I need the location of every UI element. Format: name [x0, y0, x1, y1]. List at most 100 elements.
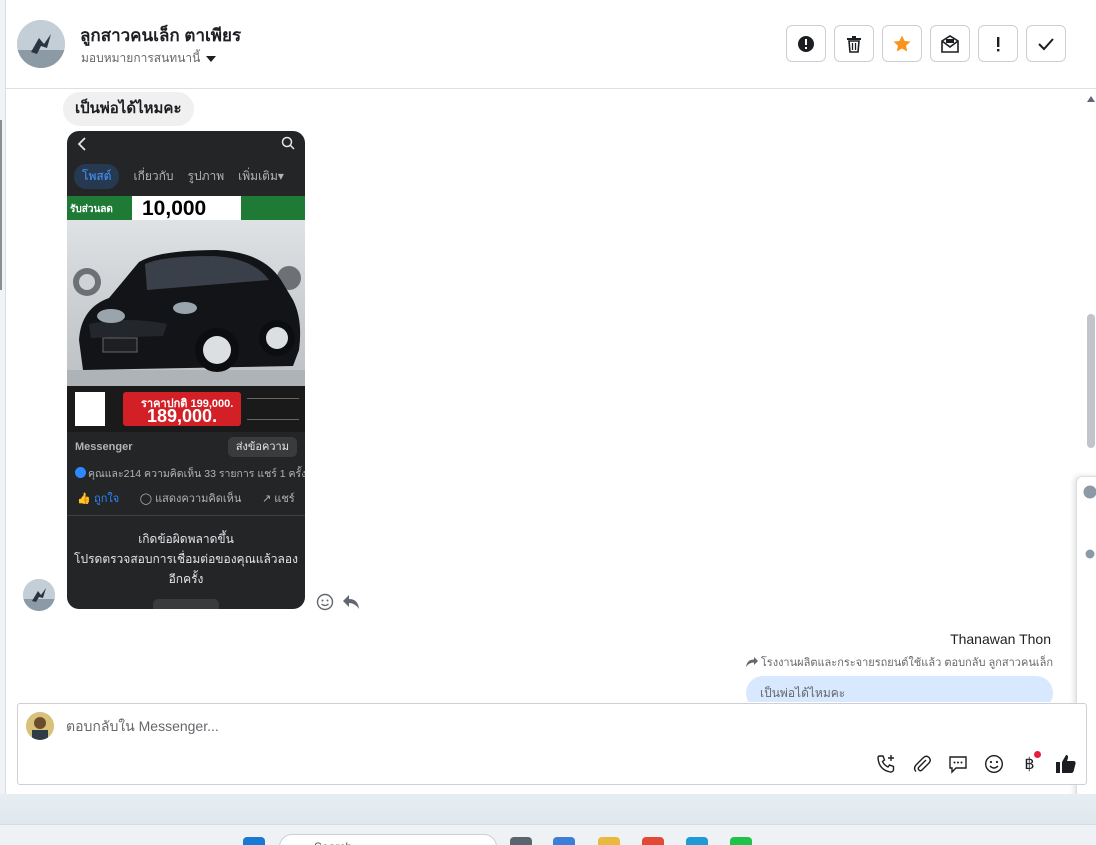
messenger-label: Messenger	[75, 441, 133, 453]
sender-avatar[interactable]	[23, 579, 55, 611]
phone-plus-icon	[876, 754, 894, 773]
copilot-icon[interactable]	[553, 837, 575, 845]
left-panel-marker	[0, 120, 2, 290]
report-spam-button[interactable]	[786, 25, 826, 62]
like-reaction-icon	[75, 467, 86, 478]
mark-unread-icon	[941, 34, 959, 53]
star-button[interactable]	[882, 25, 922, 62]
paperclip-icon	[913, 755, 931, 772]
follow-up-icon	[997, 36, 1000, 51]
like-action-label: ถูกใจ	[94, 493, 120, 505]
screenshot-topbar	[67, 131, 305, 158]
discount-banner: รับส่วนลด 10,000	[67, 196, 305, 220]
page-avatar	[26, 712, 54, 740]
file-explorer-icon[interactable]	[598, 837, 620, 845]
call-button[interactable]	[872, 750, 899, 777]
mark-done-icon	[1038, 37, 1054, 50]
contact-name[interactable]: ลูกสาวคนเล็ก ตาเพียร	[80, 22, 241, 49]
follow-up-button[interactable]	[978, 25, 1018, 62]
mark-done-button[interactable]	[1026, 25, 1066, 62]
scroll-thumb[interactable]	[1087, 314, 1095, 448]
car-photo: ราคาปกติ 199,000. 189,000.	[67, 220, 305, 432]
thumbs-up-icon	[1055, 754, 1076, 773]
chevron-down-icon	[206, 55, 217, 62]
post-stats: คุณและ214 ความคิดเห็น 33 รายการ แชร์ 1 ค…	[75, 465, 305, 482]
windows-taskbar: Search	[0, 824, 1096, 845]
reply-context: โรงงานผลิตและกระจายรถยนต์ใช้แล้ว ตอบกลับ…	[745, 653, 1053, 671]
error-title: เกิดข้อผิดพลาดขึ้น	[138, 532, 234, 546]
contact-avatar[interactable]	[17, 20, 65, 68]
emoji-button[interactable]	[980, 750, 1007, 777]
taskbar-search[interactable]: Search	[279, 834, 497, 845]
windows-start-icon[interactable]	[243, 837, 265, 845]
payment-button[interactable]: ฿	[1016, 750, 1043, 777]
notification-dot	[1034, 751, 1041, 758]
star-icon	[893, 35, 911, 51]
tab-more: เพิ่มเติม▾	[238, 169, 284, 183]
outgoing-message-bubble[interactable]: เป็นพ่อได้ไหมคะ	[746, 676, 1053, 702]
comment-action-label: แสดงความคิดเห็น	[155, 493, 242, 505]
assign-conversation-dropdown[interactable]: มอบหมายการสนทนานี้	[81, 49, 217, 68]
contact-thumbnail-icon	[1083, 485, 1096, 499]
shared-screenshot-image[interactable]: โพสต์ เกี่ยวกับ รูปภาพ เพิ่มเติม▾ รับส่ว…	[67, 131, 305, 609]
emoji-react-icon[interactable]	[316, 593, 334, 611]
emoji-icon	[984, 754, 1003, 773]
message-thread[interactable]: เป็นพ่อได้ไหมคะ โพสต์ เกี่ยวกับ รูปภาพ เ…	[6, 90, 1084, 702]
saved-reply-button[interactable]	[944, 750, 971, 777]
mark-unread-button[interactable]	[930, 25, 970, 62]
tab-about: เกี่ยวกับ	[133, 169, 174, 183]
agent-name: Thanawan Thon	[950, 631, 1051, 647]
sale-price: 189,000.	[147, 406, 218, 426]
dealer-contact-info	[247, 398, 299, 420]
error-message: เกิดข้อผิดพลาดขึ้น โปรดตรวจสอบการเชื่อมต…	[67, 529, 305, 589]
message-actions	[316, 593, 360, 611]
assign-label: มอบหมายการสนทนานี้	[81, 51, 201, 65]
desktop-background	[0, 794, 1096, 824]
reply-input[interactable]	[66, 718, 766, 734]
qr-code	[75, 392, 105, 426]
report-spam-icon	[798, 35, 814, 52]
chrome-icon[interactable]	[642, 837, 664, 845]
price-promo-strip: ราคาปกติ 199,000. 189,000.	[67, 386, 305, 432]
like-send-button[interactable]	[1052, 750, 1079, 777]
header-actions	[786, 25, 1066, 62]
retry-button-partial	[153, 599, 219, 609]
dealer-logo	[241, 196, 305, 220]
back-arrow-icon	[77, 137, 86, 151]
incoming-message-bubble[interactable]: เป็นพ่อได้ไหมคะ	[63, 92, 194, 126]
share-action: ↗ แชร์	[261, 493, 295, 505]
task-view-icon[interactable]	[510, 837, 532, 845]
messenger-row: Messenger ส่งข้อความ	[67, 435, 305, 459]
price-tag: ราคาปกติ 199,000. 189,000.	[123, 392, 241, 426]
conversation-header: ลูกสาวคนเล็ก ตาเพียร มอบหมายการสนทนานี้	[6, 0, 1096, 89]
discount-label: รับส่วนลด	[67, 196, 132, 220]
screenshot-tabs: โพสต์ เกี่ยวกับ รูปภาพ เพิ่มเติม▾	[67, 164, 305, 189]
scroll-up-arrow-icon[interactable]	[1087, 96, 1095, 102]
screenshot-divider	[67, 515, 305, 516]
error-body: โปรดตรวจสอบการเชื่อมต่อของคุณแล้วลองอีกค…	[74, 552, 298, 586]
post-reaction-row: 👍 ถูกใจ ◯ แสดงความคิดเห็น ↗ แชร์	[67, 489, 305, 507]
comment-action: ◯ แสดงความคิดเห็น	[139, 493, 242, 505]
trash-icon	[847, 35, 861, 53]
discount-amount: 10,000	[142, 197, 207, 220]
contact-thumbnail-icon	[1085, 549, 1095, 559]
like-action: 👍 ถูกใจ	[77, 493, 120, 505]
reply-context-text: โรงงานผลิตและกระจายรถยนต์ใช้แล้ว ตอบกลับ…	[760, 657, 1053, 669]
search-icon	[281, 136, 295, 150]
chat-scrollbar[interactable]	[1086, 90, 1096, 470]
attach-button[interactable]	[908, 750, 935, 777]
baht-icon: ฿	[1024, 755, 1035, 773]
saved-reply-icon	[948, 755, 967, 774]
tab-photos: รูปภาพ	[187, 169, 225, 183]
forward-arrow-icon	[745, 657, 758, 667]
send-message-chip: ส่งข้อความ	[227, 437, 297, 457]
share-action-label: แชร์	[274, 493, 295, 505]
reply-icon[interactable]	[342, 594, 360, 610]
line-app-icon[interactable]	[730, 837, 752, 845]
tab-posts: โพสต์	[74, 164, 120, 189]
post-stats-text: คุณและ214 ความคิดเห็น 33 รายการ แชร์ 1 ค…	[88, 468, 305, 480]
composer-tools: ฿	[872, 750, 1079, 777]
delete-button[interactable]	[834, 25, 874, 62]
edge-icon[interactable]	[686, 837, 708, 845]
reply-composer: ฿	[17, 703, 1087, 785]
